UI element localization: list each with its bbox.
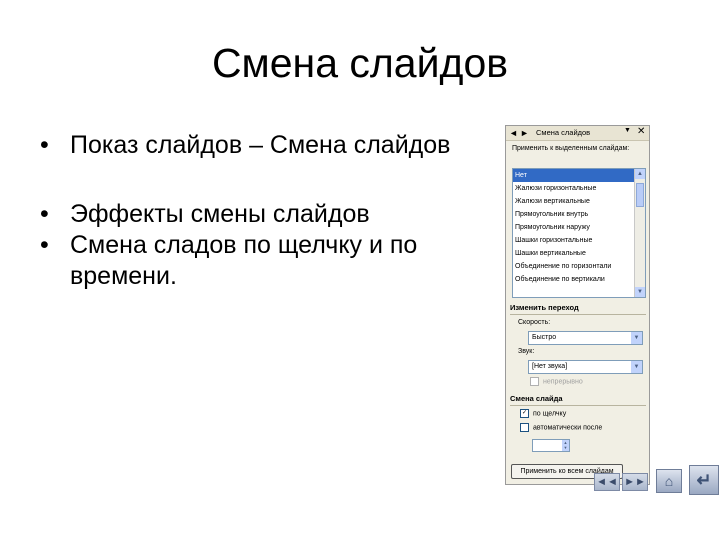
speed-value: Быстро [532,334,557,341]
forward-arrow-icon[interactable]: ► [520,127,529,139]
transition-item[interactable]: Жалюзи вертикальные [513,195,635,208]
task-pane-title: Смена слайдов [536,128,591,137]
slide-transition-task-pane: ◄ ► Смена слайдов ▼ ✕ Применить к выделе… [505,125,650,485]
scroll-up-icon[interactable]: ▲ [635,169,645,179]
bullet-glyph: • [40,200,49,228]
auto-advance-checkbox-row[interactable]: автоматически после [520,423,602,432]
prev-slide-button[interactable]: ◄◄ [594,473,620,491]
home-icon[interactable]: ⌂ [656,469,682,493]
sound-select[interactable]: [Нет звука] ▼ [528,360,643,374]
divider [510,314,646,315]
sound-label: Звук: [518,348,535,355]
scroll-down-icon[interactable]: ▼ [635,287,645,297]
sound-value: [Нет звука] [532,363,568,370]
speed-select[interactable]: Быстро ▼ [528,331,643,345]
on-click-checkbox[interactable]: ✓ [520,409,529,418]
bullet-text: Смена сладов по щелчку и по времени. [70,231,418,290]
loop-checkbox[interactable] [530,377,539,386]
task-pane-header: ◄ ► Смена слайдов ▼ ✕ [506,126,649,141]
loop-label: непрерывно [543,378,583,386]
bullet-text: Показ слайдов – Смена слайдов [70,131,451,159]
close-icon[interactable]: ✕ [637,126,645,137]
back-arrow-icon[interactable]: ◄ [509,127,518,139]
transition-item[interactable]: Прямоугольник внутрь [513,208,635,221]
next-slide-button[interactable]: ►► [622,473,648,491]
bullet-glyph: • [40,131,49,159]
bullet-text: Эффекты смены слайдов [70,200,370,228]
transition-item[interactable]: Шашки горизонтальные [513,234,635,247]
bullet-item: • Смена сладов по щелчку и по времени. [40,230,460,292]
chevron-down-icon[interactable]: ▼ [631,361,642,373]
bullet-item: • Эффекты смены слайдов [40,199,460,230]
on-click-checkbox-row[interactable]: ✓ по щелчку [520,409,566,418]
pane-menu-arrow-icon[interactable]: ▼ [624,127,631,134]
list-scrollbar[interactable]: ▲ ▼ [634,169,645,297]
bullet-list: • Показ слайдов – Смена слайдов • Эффект… [40,130,460,292]
loop-sound-checkbox-row[interactable]: непрерывно [530,377,583,386]
modify-transition-heading: Изменить переход [510,303,579,312]
bullet-item: • Показ слайдов – Смена слайдов [40,130,460,161]
divider [510,405,646,406]
apply-to-selected-label: Применить к выделенным слайдам: [512,145,630,152]
transition-item[interactable]: Прямоугольник наружу [513,221,635,234]
transition-item[interactable]: Шашки вертикальные [513,247,635,260]
auto-advance-label: автоматически после [533,424,603,432]
spinner-arrows-icon[interactable]: ▲ ▼ [562,440,569,451]
slide-title: Смена слайдов [211,40,509,86]
auto-advance-time-spinner[interactable]: ▲ ▼ [532,439,570,452]
transition-list[interactable]: Нет Жалюзи горизонтальные Жалюзи вертика… [512,168,646,298]
on-click-label: по щелчку [533,410,567,418]
bullet-glyph: • [40,231,49,259]
chevron-down-icon[interactable]: ▼ [631,332,642,344]
scroll-thumb[interactable] [636,183,644,207]
auto-advance-checkbox[interactable] [520,423,529,432]
transition-item[interactable]: Объединение по горизонтали [513,260,635,273]
advance-slide-heading: Смена слайда [510,394,563,403]
transition-item-selected[interactable]: Нет [513,169,635,182]
transition-item[interactable]: Жалюзи горизонтальные [513,182,635,195]
return-icon[interactable]: ↵ [689,465,719,495]
speed-label: Скорость: [518,319,551,326]
transition-item[interactable]: Объединение по вертикали [513,273,635,286]
